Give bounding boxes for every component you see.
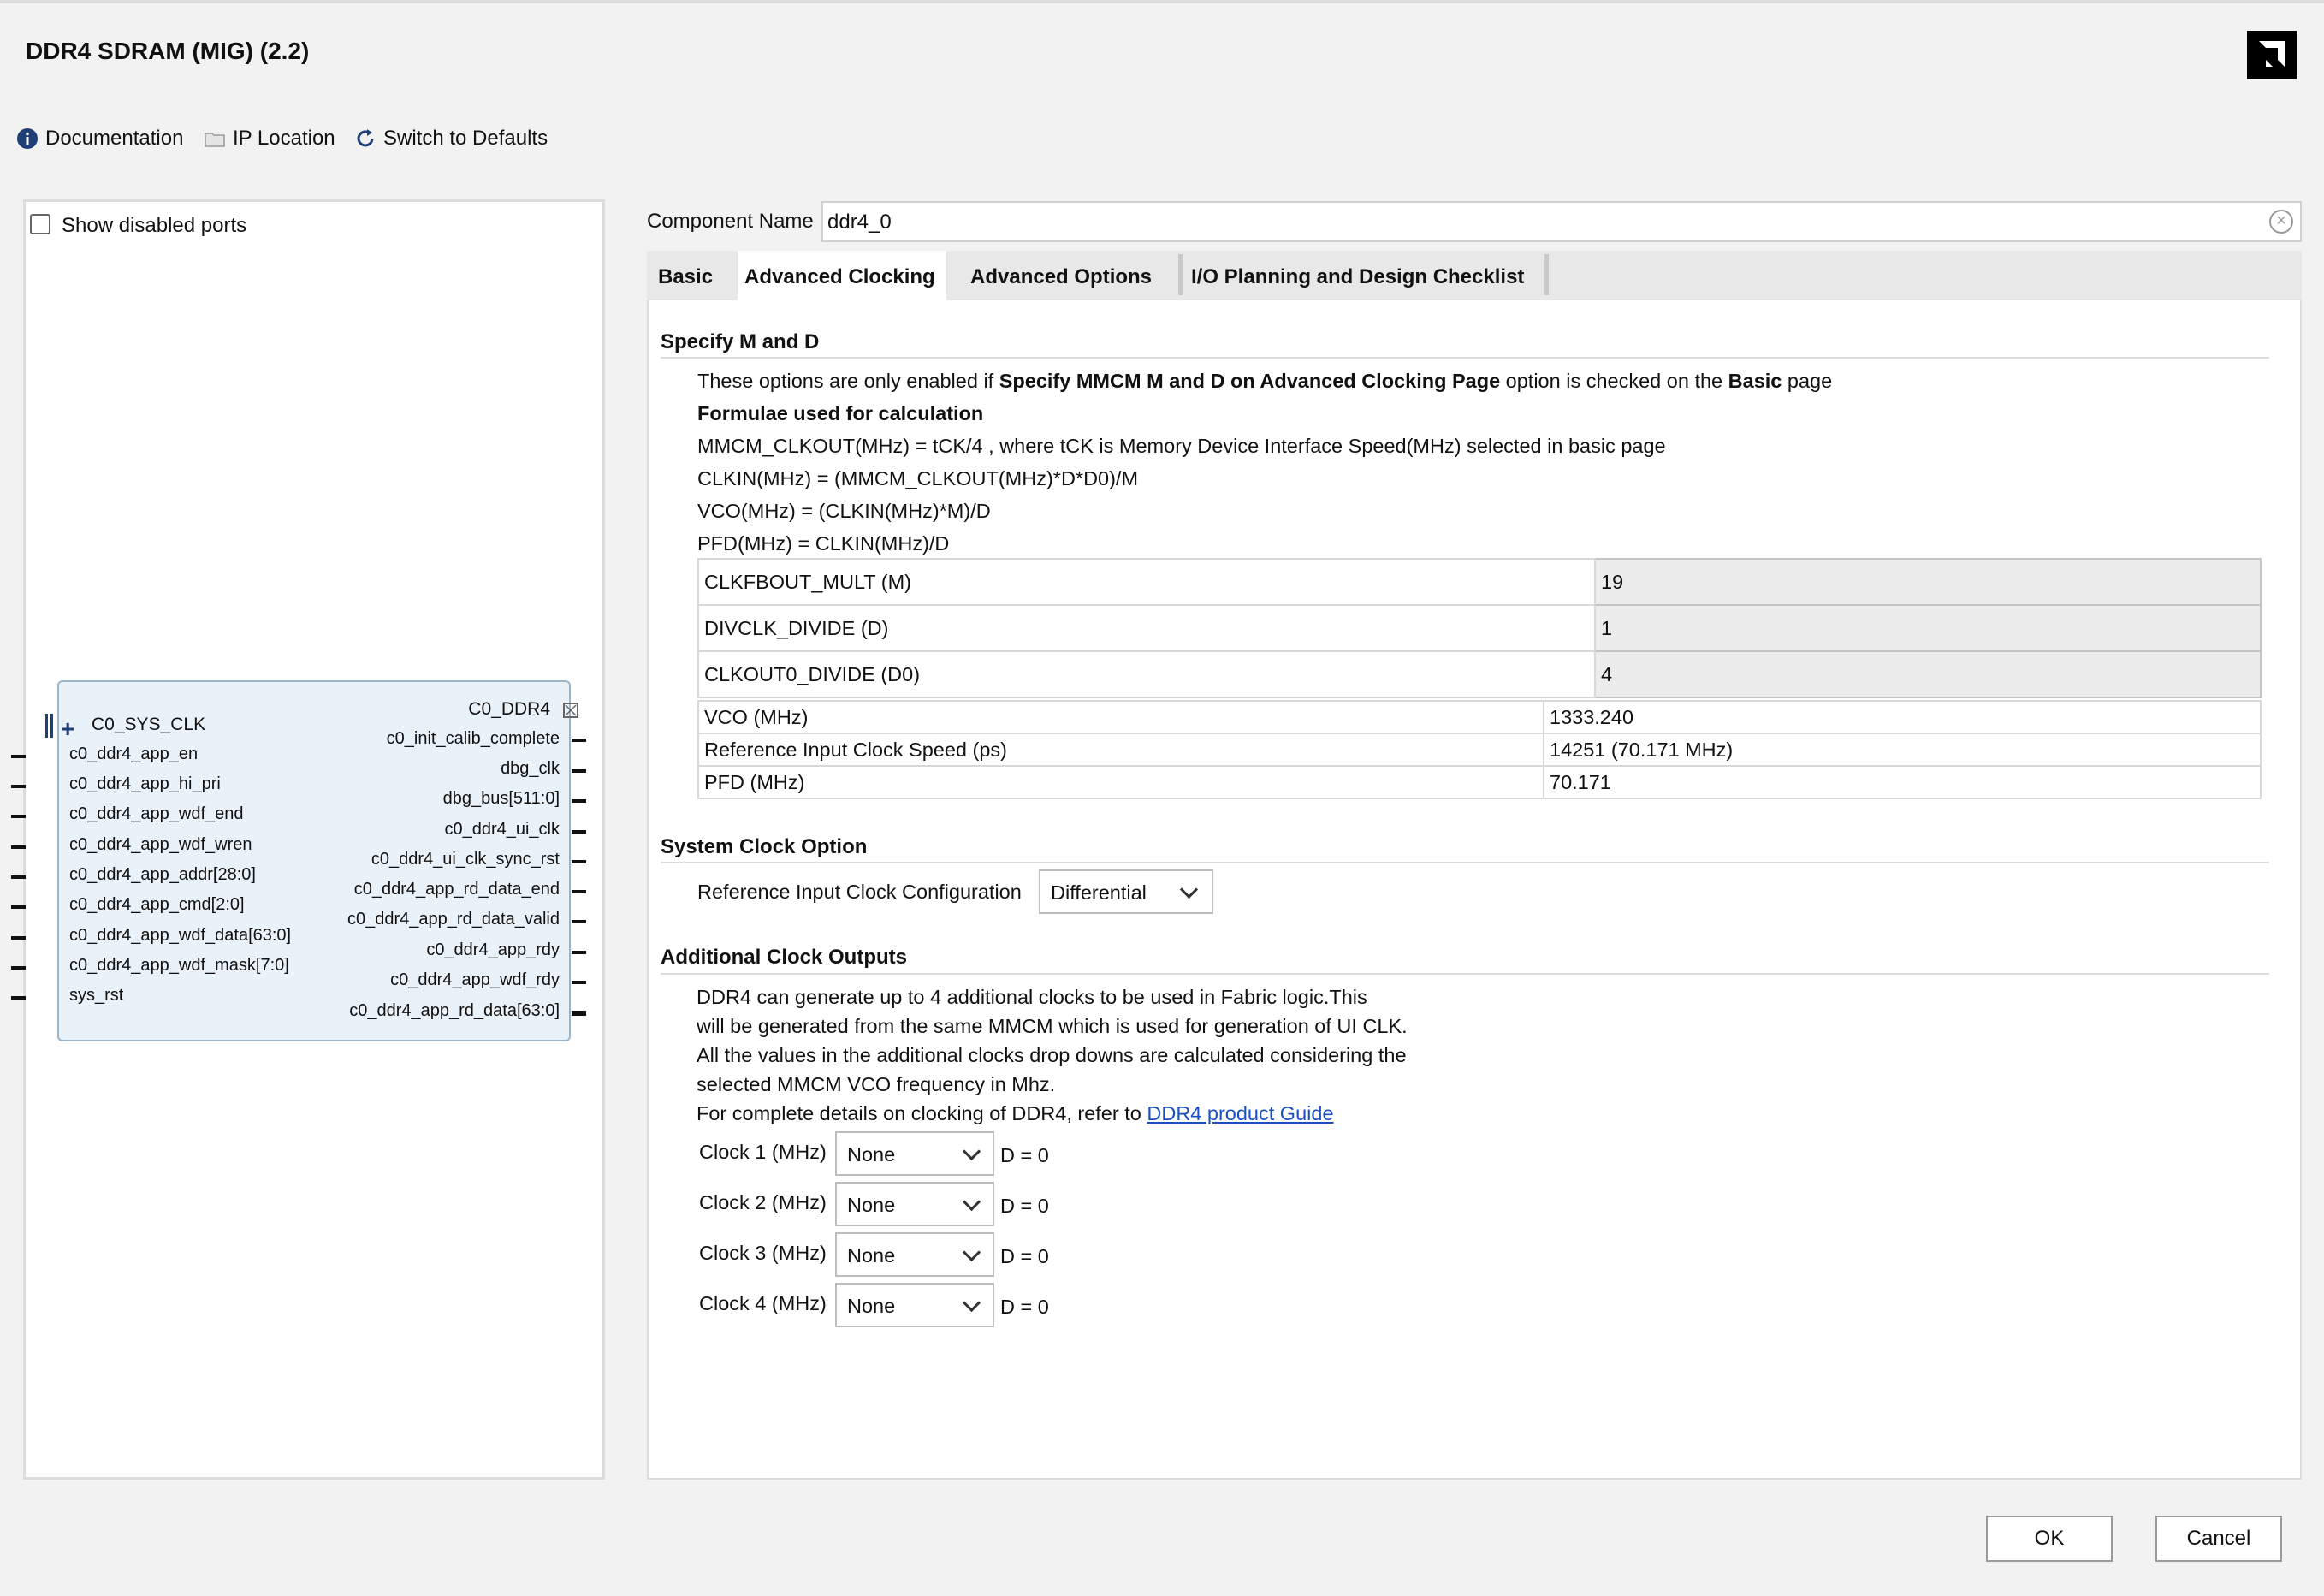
switch-to-defaults-label: Switch to Defaults [383,127,548,150]
show-disabled-ports-label: Show disabled ports [62,214,247,237]
additional-clocks-desc: All the values in the additional clocks … [697,1044,1407,1066]
tab-separator [1544,254,1549,295]
additional-clocks-desc: selected MMCM VCO frequency in Mhz. [697,1073,1056,1095]
note-bold-option: Specify MMCM M and D on Advanced Clockin… [999,370,1501,392]
additional-clocks-title: Additional Clock Outputs [661,946,907,969]
documentation-button[interactable]: Documentation [16,127,183,151]
specify-md-title: Specify M and D [661,330,820,353]
info-icon [17,128,38,149]
result-row: Reference Input Clock Speed (ps) 14251 (… [697,733,2262,767]
ip-symbol-block [57,680,571,1041]
param-name: DIVCLK_DIVIDE (D) [697,604,1596,652]
tab-basic[interactable]: Basic [651,251,733,300]
documentation-label: Documentation [45,127,184,150]
result-name: Reference Input Clock Speed (ps) [697,733,1544,767]
clock-2-label: Clock 2 (MHz) [699,1191,827,1213]
ok-button[interactable]: OK [1986,1516,2113,1562]
clock-1-label: Clock 1 (MHz) [699,1141,827,1163]
md-results-table: VCO (MHz) 1333.240 Reference Input Clock… [697,700,2262,799]
chevron-down-icon [962,1293,981,1313]
window-top-border [0,0,2324,3]
ref-clock-config-value: Differential [1051,881,1147,904]
chevron-down-icon [962,1243,981,1262]
clock-4-value: None [847,1295,896,1317]
formula-line: MMCM_CLKOUT(MHz) = tCK/4 , where tCK is … [697,435,1666,457]
ip-location-button[interactable]: IP Location [204,127,335,151]
clock-1-select[interactable]: None [835,1131,994,1176]
clock-4-divider: D = 0 [1000,1296,1049,1318]
formula-line: VCO(MHz) = (CLKIN(MHz)*M)/D [697,500,991,522]
tab-separator [1178,254,1183,295]
md-params-table: CLKFBOUT_MULT (M) 19 DIVCLK_DIVIDE (D) 1… [697,558,2262,698]
result-name: PFD (MHz) [697,765,1544,799]
section-divider [661,973,2269,975]
tab-bar: Basic Advanced Clocking Advanced Options… [647,251,2302,300]
param-name: CLKFBOUT_MULT (M) [697,558,1596,606]
note-text: option is checked on the [1500,370,1728,392]
clock-2-select[interactable]: None [835,1182,994,1226]
clock-3-divider: D = 0 [1000,1245,1049,1267]
formulae-title: Formulae used for calculation [697,402,984,424]
section-divider [661,862,2269,863]
result-value: 1333.240 [1543,700,2262,734]
folder-icon [205,133,225,147]
additional-clocks-desc: will be generated from the same MMCM whi… [697,1015,1408,1037]
formula-line: PFD(MHz) = CLKIN(MHz)/D [697,532,950,555]
result-row: VCO (MHz) 1333.240 [697,700,2262,734]
system-clock-title: System Clock Option [661,835,868,858]
chevron-down-icon [962,1192,981,1212]
ip-location-label: IP Location [233,127,335,150]
additional-clocks-desc: DDR4 can generate up to 4 additional clo… [697,986,1367,1008]
ddr4-product-guide-link[interactable]: DDR4 product Guide [1147,1102,1333,1124]
clock-4-select[interactable]: None [835,1283,994,1327]
result-value: 70.171 [1543,765,2262,799]
amd-logo-icon [2247,31,2297,79]
param-name: CLKOUT0_DIVIDE (D0) [697,650,1596,698]
component-name-label: Component Name [647,210,814,233]
show-disabled-ports-checkbox[interactable] [30,214,50,234]
note-text: These options are only enabled if [697,370,999,392]
param-row: DIVCLK_DIVIDE (D) 1 [697,604,2262,652]
switch-to-defaults-button[interactable]: Switch to Defaults [354,127,548,151]
chevron-down-icon [1179,880,1199,899]
clkout0-divide-input[interactable]: 4 [1594,650,2262,698]
specify-md-note: These options are only enabled if Specif… [697,370,1832,393]
formula-line: CLKIN(MHz) = (MMCM_CLKOUT(MHz)*D*D0)/M [697,467,1139,489]
result-value: 14251 (70.171 MHz) [1543,733,2262,767]
cancel-button[interactable]: Cancel [2155,1516,2282,1562]
clock-4-label: Clock 4 (MHz) [699,1292,827,1314]
note-bold-page: Basic [1728,370,1782,392]
refresh-icon [357,129,374,147]
ref-clock-config-select[interactable]: Differential [1039,869,1213,914]
section-divider [661,357,2269,359]
tab-advanced-options[interactable]: Advanced Options [963,251,1173,300]
result-name: VCO (MHz) [697,700,1544,734]
note-text: page [1782,370,1833,392]
component-name-input[interactable]: ddr4_0 [821,201,2302,242]
ref-clock-config-label: Reference Input Clock Configuration [697,881,1022,903]
clock-2-divider: D = 0 [1000,1195,1049,1217]
clear-icon[interactable]: × [2269,210,2293,234]
tab-advanced-clocking[interactable]: Advanced Clocking [738,251,946,300]
tab-io-planning[interactable]: I/O Planning and Design Checklist [1184,251,1550,300]
clock-3-value: None [847,1244,896,1267]
clock-3-label: Clock 3 (MHz) [699,1242,827,1264]
param-row: CLKFBOUT_MULT (M) 19 [697,558,2262,606]
guide-prefix: For complete details on clocking of DDR4… [697,1102,1147,1124]
param-row: CLKOUT0_DIVIDE (D0) 4 [697,650,2262,698]
guide-reference: For complete details on clocking of DDR4… [697,1102,1334,1125]
dialog-title: DDR4 SDRAM (MIG) (2.2) [26,38,310,64]
result-row: PFD (MHz) 70.171 [697,765,2262,799]
clkfbout-mult-input[interactable]: 19 [1594,558,2262,606]
clock-2-value: None [847,1194,896,1216]
divclk-divide-input[interactable]: 1 [1594,604,2262,652]
clock-1-divider: D = 0 [1000,1144,1049,1166]
clock-3-select[interactable]: None [835,1232,994,1277]
chevron-down-icon [962,1142,981,1161]
clock-1-value: None [847,1143,896,1166]
